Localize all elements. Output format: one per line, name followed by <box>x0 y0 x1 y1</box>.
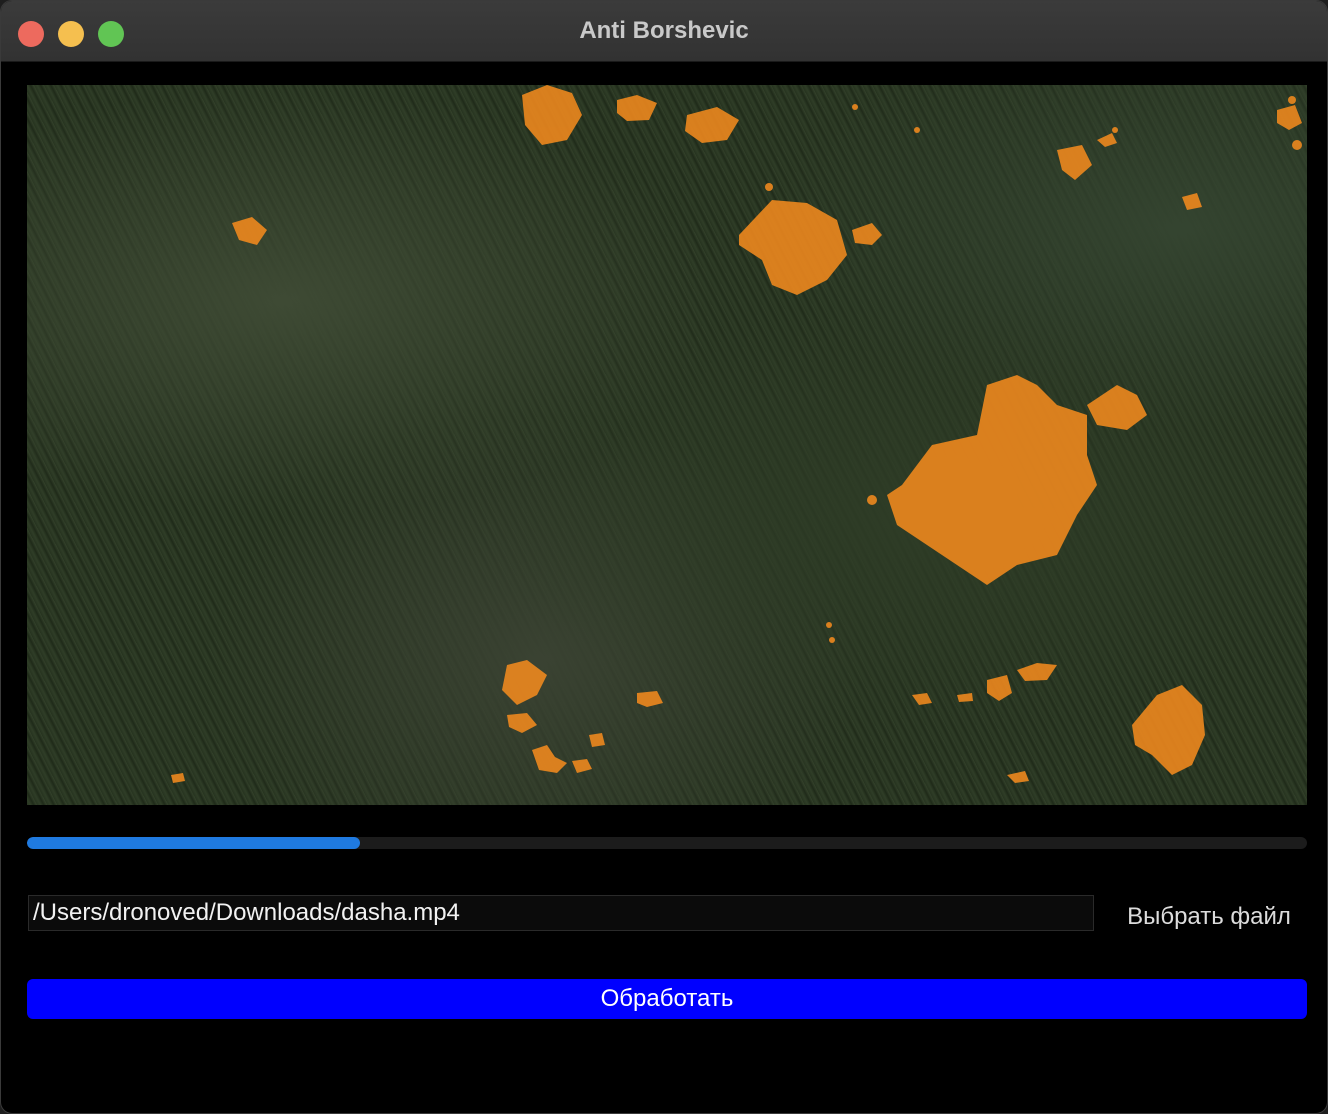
progress-bar-fill <box>27 837 360 849</box>
detection-overlay <box>171 85 1302 783</box>
title-bar[interactable]: Anti Borshevic <box>1 1 1327 62</box>
file-path-input[interactable] <box>28 895 1094 931</box>
process-button[interactable]: Обработать <box>27 979 1307 1019</box>
progress-bar <box>27 837 1307 849</box>
choose-file-button[interactable]: Выбрать файл <box>1109 897 1309 937</box>
video-preview <box>27 85 1307 805</box>
window-title: Anti Borshevic <box>579 17 749 44</box>
app-window: Anti Borshevic /Users/dronoved/Downloads… <box>0 0 1328 1114</box>
